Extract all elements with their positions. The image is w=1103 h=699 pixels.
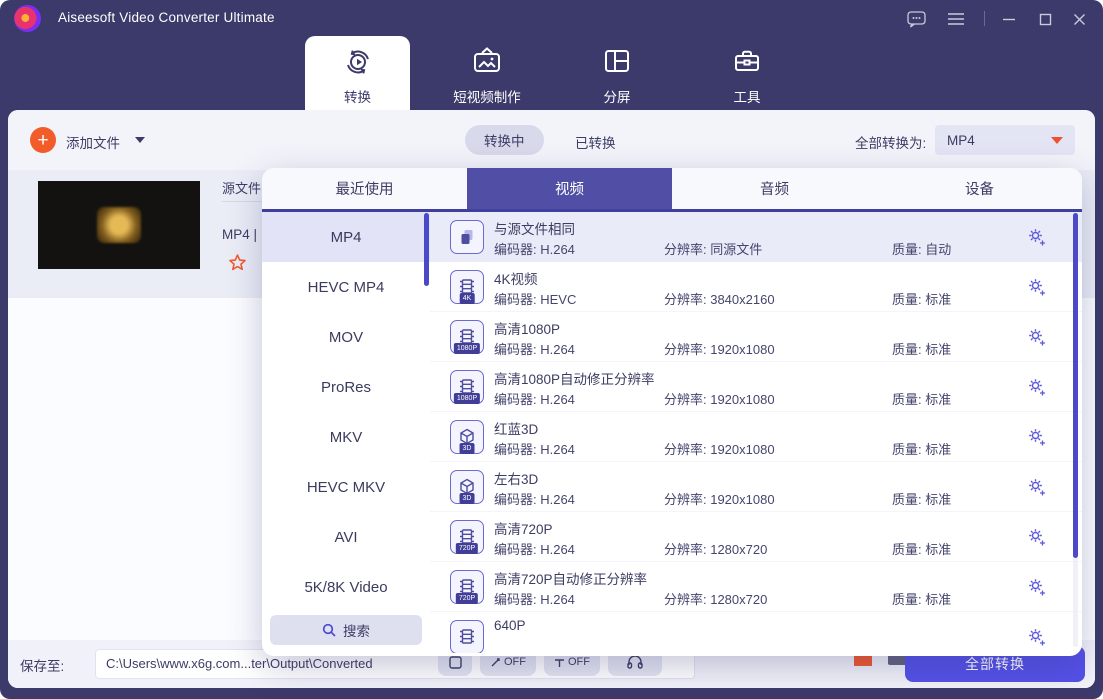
sidebar-item-prores[interactable]: ProRes (262, 362, 430, 412)
split-screen-icon (602, 46, 632, 79)
profile-row-hd1080p-autofix[interactable]: 1080P 高清1080P自动修正分辨率 编码器: H.264 分辨率: 192… (430, 362, 1082, 412)
output-format-value: MP4 (947, 133, 975, 148)
tab-device[interactable]: 设备 (877, 168, 1082, 209)
same-as-source-icon (450, 220, 484, 254)
titlebar: Aiseesoft Video Converter Ultimate (0, 0, 1103, 36)
app-window: Aiseesoft Video Converter Ultimate (0, 0, 1103, 699)
search-button[interactable]: 搜索 (270, 615, 422, 645)
tab-video[interactable]: 视频 (467, 168, 672, 209)
app-title: Aiseesoft Video Converter Ultimate (58, 10, 275, 25)
list-scrollbar-thumb[interactable] (1073, 213, 1078, 558)
trim-off-label: OFF (568, 656, 590, 668)
format-caret-icon (1051, 137, 1063, 144)
profile-settings-gear-icon[interactable] (1026, 326, 1048, 348)
tab-recent[interactable]: 最近使用 (262, 168, 467, 209)
tab-short-video-label: 短视频制作 (453, 86, 521, 106)
close-button[interactable] (1068, 8, 1090, 30)
film-720p-icon: 720P (450, 520, 484, 554)
plus-icon: + (37, 131, 48, 150)
cube-3d-icon: 3D (450, 420, 484, 454)
sidebar-item-hevc-mkv[interactable]: HEVC MKV (262, 462, 430, 512)
add-files-button[interactable]: + (30, 127, 56, 153)
tab-convert[interactable]: 转换 (305, 36, 410, 110)
save-to-label: 保存至: (20, 655, 64, 675)
sidebar-scrollbar[interactable] (424, 213, 429, 286)
sidebar-item-mov[interactable]: MOV (262, 312, 430, 362)
tab-convert-label: 转换 (344, 86, 371, 106)
search-icon (322, 623, 336, 637)
film-4k-icon: 4K (450, 270, 484, 304)
source-file-column-header: 源文件 (222, 178, 261, 197)
profile-row-hd1080p[interactable]: 1080P 高清1080P 编码器: H.264 分辨率: 1920x1080 … (430, 312, 1082, 362)
profile-settings-gear-icon[interactable] (1026, 626, 1048, 648)
profile-settings-gear-icon[interactable] (1026, 476, 1048, 498)
film-720p-icon: 720P (450, 570, 484, 604)
tab-split-screen-label: 分屏 (604, 86, 631, 106)
tab-split-screen[interactable]: 分屏 (582, 46, 652, 106)
film-640p-icon (450, 620, 484, 653)
sidebar-item-avi[interactable]: AVI (262, 512, 430, 562)
add-files-caret-icon[interactable] (135, 137, 145, 143)
profile-settings-gear-icon[interactable] (1026, 376, 1048, 398)
output-format-select[interactable]: MP4 (935, 125, 1075, 155)
format-chooser-popup: 最近使用 视频 音频 设备 MP4 HEVC MP4 MOV ProRes MK… (262, 168, 1082, 656)
app-logo-icon (14, 5, 41, 32)
profile-settings-gear-icon[interactable] (1026, 576, 1048, 598)
short-video-icon (472, 46, 502, 79)
menu-icon[interactable] (945, 8, 967, 30)
minimize-button[interactable] (998, 8, 1020, 30)
effects-off-label: OFF (504, 656, 526, 668)
tab-short-video[interactable]: 短视频制作 (427, 46, 547, 106)
toolbox-icon (732, 46, 762, 79)
tab-toolbox-label: 工具 (734, 86, 761, 106)
toolbar: + 添加文件 转换中 已转换 全部转换为: MP4 (8, 110, 1095, 170)
profile-settings-gear-icon[interactable] (1026, 276, 1048, 298)
thumbnail-content (97, 207, 141, 243)
profile-row-640p[interactable]: 640P (430, 612, 1082, 653)
popup-tab-bar: 最近使用 视频 音频 设备 (262, 168, 1082, 212)
tab-audio[interactable]: 音频 (672, 168, 877, 209)
search-label: 搜索 (343, 620, 370, 640)
format-category-sidebar: MP4 HEVC MP4 MOV ProRes MKV HEVC MKV AVI… (262, 212, 430, 653)
profile-settings-gear-icon[interactable] (1026, 226, 1048, 248)
profile-row-sbs-3d[interactable]: 3D 左右3D 编码器: H.264 分辨率: 1920x1080 质量: 标准 (430, 462, 1082, 512)
sidebar-item-mp4[interactable]: MP4 (262, 212, 430, 262)
add-files-label[interactable]: 添加文件 (66, 132, 120, 152)
tab-converting[interactable]: 转换中 (465, 125, 544, 155)
popup-body: MP4 HEVC MP4 MOV ProRes MKV HEVC MKV AVI… (262, 212, 1082, 653)
video-thumbnail[interactable] (38, 181, 200, 269)
effect-star-icon[interactable] (227, 253, 248, 279)
profile-row-same-as-source[interactable]: 与源文件相同 编码器: H.264 分辨率: 同源文件 质量: 自动 (430, 212, 1082, 262)
profile-row-4k[interactable]: 4K 4K视频 编码器: HEVC 分辨率: 3840x2160 质量: 标准 (430, 262, 1082, 312)
profile-row-anaglyph-3d[interactable]: 3D 红蓝3D 编码器: H.264 分辨率: 1920x1080 质量: 标准 (430, 412, 1082, 462)
titlebar-divider (984, 11, 985, 26)
feedback-icon[interactable] (905, 8, 927, 30)
sidebar-item-hevc-mp4[interactable]: HEVC MP4 (262, 262, 430, 312)
maximize-button[interactable] (1034, 8, 1056, 30)
tab-toolbox[interactable]: 工具 (712, 46, 782, 106)
file-format-info: MP4 | (222, 227, 257, 242)
profile-row-hd720p-autofix[interactable]: 720P 高清720P自动修正分辨率 编码器: H.264 分辨率: 1280x… (430, 562, 1082, 612)
convert-icon (342, 46, 374, 81)
profile-settings-gear-icon[interactable] (1026, 526, 1048, 548)
sidebar-item-mkv[interactable]: MKV (262, 412, 430, 462)
format-profile-list: 与源文件相同 编码器: H.264 分辨率: 同源文件 质量: 自动 (430, 212, 1082, 653)
film-1080p-icon: 1080P (450, 320, 484, 354)
profile-row-hd720p[interactable]: 720P 高清720P 编码器: H.264 分辨率: 1280x720 质量:… (430, 512, 1082, 562)
profile-settings-gear-icon[interactable] (1026, 426, 1048, 448)
film-1080p-icon: 1080P (450, 370, 484, 404)
sidebar-item-5k8k[interactable]: 5K/8K Video (262, 562, 430, 612)
convert-all-label: 全部转换为: (855, 132, 926, 152)
cube-3d-icon: 3D (450, 470, 484, 504)
tab-converted[interactable]: 已转换 (575, 132, 616, 152)
